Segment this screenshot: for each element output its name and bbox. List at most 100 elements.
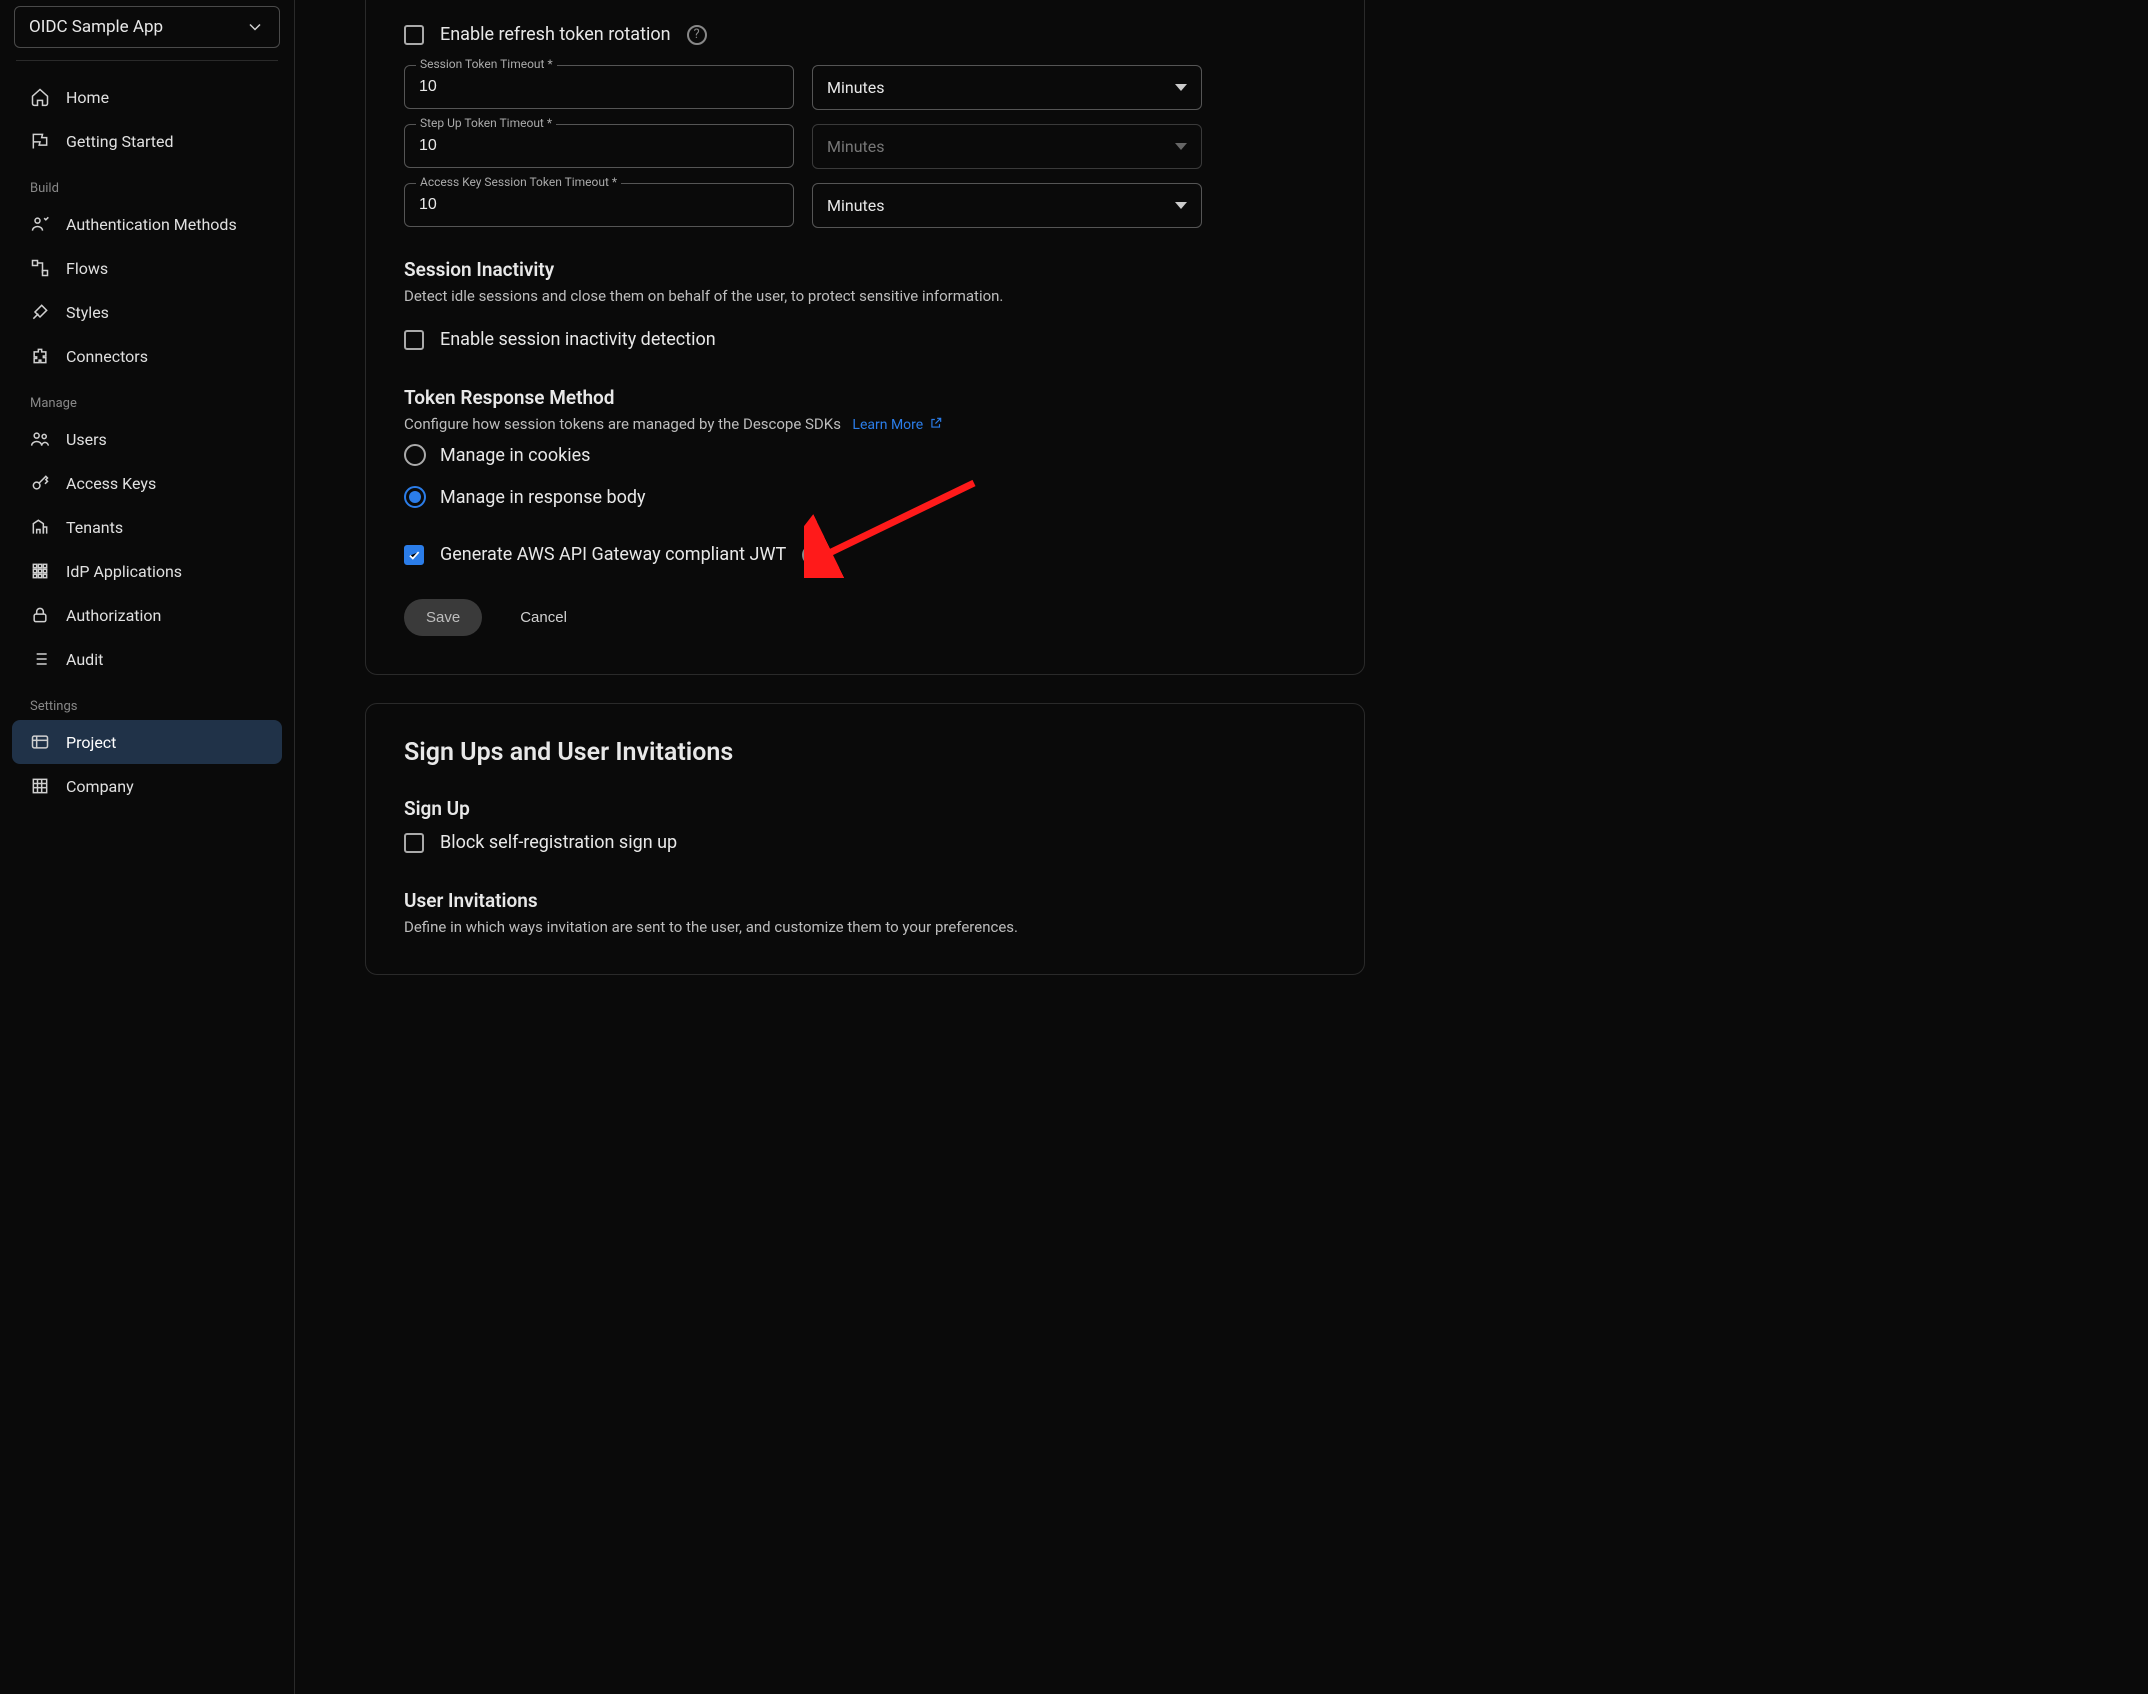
section-title-build: Build — [12, 163, 282, 202]
section-title-inactivity: Session Inactivity — [404, 258, 1326, 281]
caret-down-icon — [1175, 84, 1187, 91]
select-value: Minutes — [827, 78, 885, 97]
section-title-signup: Sign Up — [404, 797, 1326, 820]
block-self-reg-checkbox[interactable] — [404, 833, 424, 853]
learn-more-label: Learn More — [852, 417, 923, 433]
sidebar-item-label: Getting Started — [66, 132, 174, 151]
session-token-unit-select[interactable]: Minutes — [812, 65, 1202, 110]
stepup-token-timeout-input[interactable] — [404, 124, 794, 168]
sidebar-item-home[interactable]: Home — [12, 75, 282, 119]
stepup-token-unit-select: Minutes — [812, 124, 1202, 169]
section-desc-token-response: Configure how session tokens are managed… — [404, 415, 841, 433]
auth-icon — [30, 214, 50, 234]
radio-manage-cookies[interactable]: Manage in cookies — [404, 434, 1326, 476]
sidebar-item-label: Authentication Methods — [66, 215, 237, 234]
learn-more-link[interactable]: Learn More — [852, 416, 943, 434]
radio-icon — [404, 444, 426, 466]
section-desc-invitations: Define in which ways invitation are sent… — [404, 918, 1326, 936]
project-icon — [30, 732, 50, 752]
sidebar-item-users[interactable]: Users — [12, 417, 282, 461]
field-legend: Session Token Timeout * — [416, 57, 557, 71]
help-icon[interactable]: ? — [687, 25, 707, 45]
sidebar-item-styles[interactable]: Styles — [12, 290, 282, 334]
main-content: Enable refresh token rotation ? Session … — [295, 0, 2148, 1694]
sidebar-item-label: Styles — [66, 303, 109, 322]
users-icon — [30, 429, 50, 449]
section-title-invitations: User Invitations — [404, 889, 1326, 912]
cancel-button[interactable]: Cancel — [498, 599, 589, 636]
save-button[interactable]: Save — [404, 599, 482, 636]
aws-jwt-checkbox[interactable] — [404, 545, 424, 565]
accesskey-token-timeout-field: Access Key Session Token Timeout * — [404, 183, 794, 227]
section-title-token-response: Token Response Method — [404, 386, 1326, 409]
inactivity-checkbox-label: Enable session inactivity detection — [440, 329, 716, 350]
sidebar-item-label: Users — [66, 430, 107, 449]
enable-rotation-label: Enable refresh token rotation — [440, 24, 671, 45]
flows-icon — [30, 258, 50, 278]
sidebar-item-flows[interactable]: Flows — [12, 246, 282, 290]
block-self-reg-label: Block self-registration sign up — [440, 832, 677, 853]
sidebar-item-label: Access Keys — [66, 474, 156, 493]
accesskey-token-timeout-input[interactable] — [404, 183, 794, 227]
field-legend: Step Up Token Timeout * — [416, 116, 556, 130]
sidebar-item-auth-methods[interactable]: Authentication Methods — [12, 202, 282, 246]
sidebar-item-connectors[interactable]: Connectors — [12, 334, 282, 378]
brush-icon — [30, 302, 50, 322]
caret-down-icon — [1175, 143, 1187, 150]
radio-label: Manage in cookies — [440, 445, 590, 466]
sidebar-item-authorization[interactable]: Authorization — [12, 593, 282, 637]
help-icon[interactable]: ? — [802, 545, 822, 565]
app-selector-label: OIDC Sample App — [29, 17, 163, 37]
enable-rotation-checkbox[interactable] — [404, 25, 424, 45]
section-title-manage: Manage — [12, 378, 282, 417]
sidebar-item-label: Connectors — [66, 347, 148, 366]
sidebar: OIDC Sample App Home Getting Started Bui… — [0, 0, 295, 1694]
sidebar-item-company[interactable]: Company — [12, 764, 282, 808]
stepup-token-timeout-field: Step Up Token Timeout * — [404, 124, 794, 168]
external-link-icon — [929, 416, 943, 434]
session-token-timeout-input[interactable] — [404, 65, 794, 109]
divider — [16, 60, 278, 61]
home-icon — [30, 87, 50, 107]
sidebar-item-label: Tenants — [66, 518, 123, 537]
field-legend: Access Key Session Token Timeout * — [416, 175, 621, 189]
puzzle-icon — [30, 346, 50, 366]
sidebar-item-label: Project — [66, 733, 116, 752]
session-token-timeout-field: Session Token Timeout * — [404, 65, 794, 109]
sidebar-item-idp-applications[interactable]: IdP Applications — [12, 549, 282, 593]
inactivity-checkbox[interactable] — [404, 330, 424, 350]
apps-icon — [30, 561, 50, 581]
sidebar-item-audit[interactable]: Audit — [12, 637, 282, 681]
sidebar-item-label: Company — [66, 777, 134, 796]
sidebar-item-getting-started[interactable]: Getting Started — [12, 119, 282, 163]
company-icon — [30, 776, 50, 796]
caret-down-icon — [1175, 202, 1187, 209]
app-selector[interactable]: OIDC Sample App — [14, 6, 280, 48]
sidebar-item-project[interactable]: Project — [12, 720, 282, 764]
section-title-settings: Settings — [12, 681, 282, 720]
flag-icon — [30, 131, 50, 151]
token-settings-panel: Enable refresh token rotation ? Session … — [365, 0, 1365, 675]
sidebar-item-access-keys[interactable]: Access Keys — [12, 461, 282, 505]
section-desc-inactivity: Detect idle sessions and close them on b… — [404, 287, 1326, 305]
sidebar-item-label: IdP Applications — [66, 562, 182, 581]
list-icon — [30, 649, 50, 669]
sidebar-item-label: Audit — [66, 650, 103, 669]
radio-label: Manage in response body — [440, 487, 646, 508]
panel-title-signups: Sign Ups and User Invitations — [404, 738, 1326, 767]
chevron-down-icon — [245, 17, 265, 37]
select-value: Minutes — [827, 137, 885, 156]
sidebar-item-label: Home — [66, 88, 109, 107]
select-value: Minutes — [827, 196, 885, 215]
sidebar-item-tenants[interactable]: Tenants — [12, 505, 282, 549]
sidebar-item-label: Authorization — [66, 606, 161, 625]
radio-icon — [404, 486, 426, 508]
signups-panel: Sign Ups and User Invitations Sign Up Bl… — [365, 703, 1365, 975]
sidebar-item-label: Flows — [66, 259, 108, 278]
aws-jwt-label: Generate AWS API Gateway compliant JWT — [440, 544, 786, 565]
lock-icon — [30, 605, 50, 625]
accesskey-token-unit-select[interactable]: Minutes — [812, 183, 1202, 228]
tenants-icon — [30, 517, 50, 537]
key-icon — [30, 473, 50, 493]
radio-manage-body[interactable]: Manage in response body — [404, 476, 1326, 518]
